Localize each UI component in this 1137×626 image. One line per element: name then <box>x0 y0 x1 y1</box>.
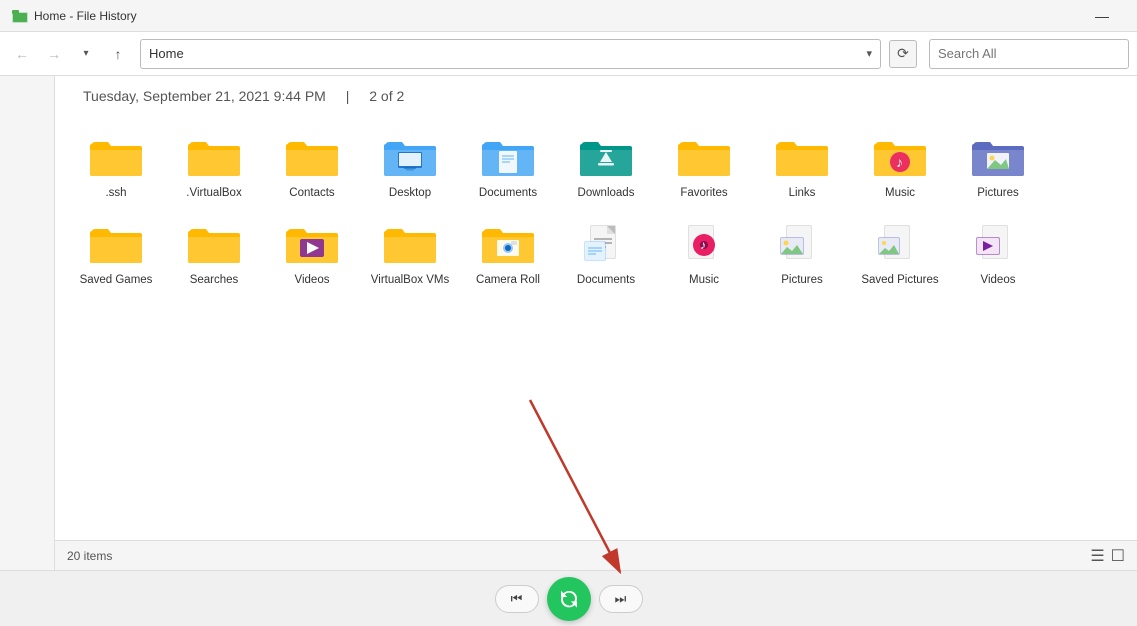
folder-searches-label: Searches <box>190 273 239 288</box>
play-restore-button[interactable] <box>547 577 591 621</box>
content-panel: Tuesday, September 21, 2021 9:44 PM | 2 … <box>55 76 1137 570</box>
folder-music-row1[interactable]: ♪ Music <box>855 128 945 207</box>
view-controls: ☰ ☐ <box>1090 546 1125 566</box>
folder-camera-roll-label: Camera Roll <box>476 273 540 288</box>
title-bar: Home - File History — <box>0 0 1137 32</box>
folder-virtualbox-vms-label: VirtualBox VMs <box>371 273 449 288</box>
folder-favorites[interactable]: Favorites <box>659 128 749 207</box>
file-grid: .ssh .VirtualBox <box>55 112 1137 540</box>
folder-contacts-label: Contacts <box>289 186 334 201</box>
folder-documents-file-label: Documents <box>577 273 635 288</box>
folder-music-file[interactable]: ♪ Music <box>659 215 749 294</box>
folder-virtualbox-vms[interactable]: VirtualBox VMs <box>365 215 455 294</box>
folder-pictures-row1[interactable]: Pictures <box>953 128 1043 207</box>
next-button[interactable]: ⏭ <box>599 585 643 613</box>
folder-documents-row1-icon <box>480 134 536 182</box>
folder-desktop-icon <box>382 134 438 182</box>
address-bar-container: ▾ <box>140 39 881 69</box>
folder-searches-icon <box>186 221 242 269</box>
prev-button[interactable]: ⏮ <box>495 585 539 613</box>
folder-music-file-icon: ♪ <box>676 221 732 269</box>
date-header: Tuesday, September 21, 2021 9:44 PM | 2 … <box>55 76 1137 112</box>
date-text: Tuesday, September 21, 2021 9:44 PM <box>83 88 326 104</box>
folder-favorites-label: Favorites <box>680 186 727 201</box>
search-input[interactable] <box>929 39 1129 69</box>
folder-ssh-icon <box>88 134 144 182</box>
folder-camera-roll[interactable]: Camera Roll <box>463 215 553 294</box>
folder-downloads[interactable]: Downloads <box>561 128 651 207</box>
folder-documents-row1[interactable]: Documents <box>463 128 553 207</box>
folder-camera-roll-icon <box>480 221 536 269</box>
folder-pictures-file-icon <box>774 221 830 269</box>
folder-desktop-label: Desktop <box>389 186 431 201</box>
playback-bar: ⏮ ⏭ <box>0 570 1137 626</box>
folder-saved-pictures-icon <box>872 221 928 269</box>
folder-virtualbox-vms-icon <box>382 221 438 269</box>
address-chevron-icon: ▾ <box>866 47 872 60</box>
folder-documents-file[interactable]: Documents <box>561 215 651 294</box>
folder-contacts[interactable]: Contacts <box>267 128 357 207</box>
left-panel <box>0 76 55 570</box>
folder-videos-file[interactable]: Videos <box>953 215 1043 294</box>
folder-music-row1-label: Music <box>885 186 915 201</box>
grid-view-icon[interactable]: ☐ <box>1111 546 1125 566</box>
app-icon <box>12 8 28 24</box>
folder-virtualbox-label: .VirtualBox <box>186 186 241 201</box>
folder-music-file-label: Music <box>689 273 719 288</box>
folder-saved-pictures[interactable]: Saved Pictures <box>855 215 945 294</box>
list-view-icon[interactable]: ☰ <box>1090 546 1104 566</box>
folder-videos-row2[interactable]: Videos <box>267 215 357 294</box>
page-info: 2 of 2 <box>369 88 404 104</box>
refresh-button[interactable]: ⟳ <box>889 40 917 68</box>
folder-ssh[interactable]: .ssh <box>71 128 161 207</box>
folder-pictures-file[interactable]: Pictures <box>757 215 847 294</box>
folder-saved-pictures-label: Saved Pictures <box>861 273 938 288</box>
folder-documents-file-icon <box>578 221 634 269</box>
folder-virtualbox[interactable]: .VirtualBox <box>169 128 259 207</box>
status-bar: 20 items ☰ ☐ <box>55 540 1137 570</box>
folder-saved-games-icon <box>88 221 144 269</box>
folder-videos-row2-icon <box>284 221 340 269</box>
folder-documents-row1-label: Documents <box>479 186 537 201</box>
folder-links-label: Links <box>789 186 816 201</box>
main-area: Tuesday, September 21, 2021 9:44 PM | 2 … <box>0 76 1137 570</box>
folder-pictures-row1-icon <box>970 134 1026 182</box>
separator: | <box>346 88 350 104</box>
recent-button[interactable]: ▾ <box>72 40 100 68</box>
folder-searches[interactable]: Searches <box>169 215 259 294</box>
nav-bar: ← → ▾ ↑ ▾ ⟳ <box>0 32 1137 76</box>
folder-music-row1-icon: ♪ <box>872 134 928 182</box>
svg-text:♪: ♪ <box>896 154 903 170</box>
folder-saved-games[interactable]: Saved Games <box>71 215 161 294</box>
folder-contacts-icon <box>284 134 340 182</box>
minimize-button[interactable]: — <box>1079 0 1125 32</box>
forward-button[interactable]: → <box>40 40 68 68</box>
folder-virtualbox-icon <box>186 134 242 182</box>
back-button[interactable]: ← <box>8 40 36 68</box>
up-button[interactable]: ↑ <box>104 40 132 68</box>
folder-ssh-label: .ssh <box>105 186 126 201</box>
address-input[interactable] <box>149 46 862 61</box>
folder-pictures-row1-label: Pictures <box>977 186 1019 201</box>
svg-text:♪: ♪ <box>700 238 706 252</box>
folder-links[interactable]: Links <box>757 128 847 207</box>
folder-downloads-label: Downloads <box>578 186 635 201</box>
window-title: Home - File History <box>34 9 1079 23</box>
folder-favorites-icon <box>676 134 732 182</box>
folder-videos-row2-label: Videos <box>295 273 330 288</box>
folder-saved-games-label: Saved Games <box>80 273 153 288</box>
folder-desktop[interactable]: Desktop <box>365 128 455 207</box>
folder-pictures-file-label: Pictures <box>781 273 823 288</box>
folder-videos-file-label: Videos <box>981 273 1016 288</box>
folder-downloads-icon <box>578 134 634 182</box>
folder-videos-file-icon <box>970 221 1026 269</box>
folder-links-icon <box>774 134 830 182</box>
item-count: 20 items <box>67 549 112 563</box>
